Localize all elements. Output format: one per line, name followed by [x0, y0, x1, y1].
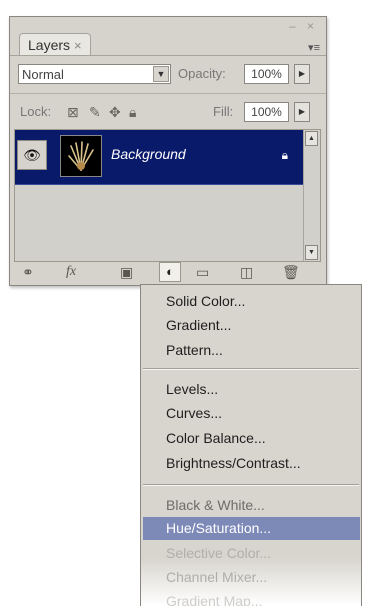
- lock-icon: 🔒︎: [281, 148, 288, 162]
- adjustment-icon[interactable]: ◐: [159, 262, 181, 282]
- opacity-slider-arrow-icon[interactable]: ▶: [294, 64, 310, 84]
- layer-row-background[interactable]: 👁︎ Background 🔒︎: [15, 130, 305, 185]
- close-icon[interactable]: ×: [74, 38, 82, 53]
- menu-item-gradient-map[interactable]: Gradient Map...: [166, 593, 263, 606]
- scroll-down-icon[interactable]: ▼: [305, 245, 318, 260]
- link-icon[interactable]: ⚭: [22, 264, 34, 281]
- lock-position-icon[interactable]: ✥: [109, 104, 121, 121]
- layers-scrollbar[interactable]: ▲ ▼: [303, 130, 320, 261]
- menu-separator: [143, 484, 359, 486]
- menu-item-color-balance[interactable]: Color Balance...: [166, 430, 266, 446]
- new-layer-icon[interactable]: ◫: [240, 264, 253, 281]
- menu-item-curves[interactable]: Curves...: [166, 405, 222, 421]
- fill-slider-arrow-icon[interactable]: ▶: [294, 102, 310, 122]
- panel-menu-icon[interactable]: ▾≡: [308, 41, 320, 54]
- menu-separator: [143, 368, 359, 370]
- layer-thumbnail: [60, 135, 102, 177]
- lock-all-icon[interactable]: 🔒︎: [129, 104, 136, 121]
- menu-item-channel-mixer[interactable]: Channel Mixer...: [166, 569, 267, 585]
- window-controls[interactable]: – ×: [289, 19, 318, 33]
- folder-icon[interactable]: ▭: [196, 264, 209, 281]
- trash-icon[interactable]: 🗑︎: [282, 264, 300, 281]
- layers-panel: – × Layers × ▾≡ Normal ▼ Opacity: 100% ▶ …: [9, 16, 327, 286]
- adjustment-menu: Solid Color... Gradient... Pattern... Le…: [140, 284, 362, 606]
- eye-icon[interactable]: 👁︎: [17, 140, 47, 170]
- menu-item-gradient[interactable]: Gradient...: [166, 317, 231, 333]
- mask-icon[interactable]: ▣: [120, 264, 133, 281]
- tab-label: Layers: [28, 37, 71, 53]
- tab-layers[interactable]: Layers ×: [19, 33, 91, 56]
- menu-item-hue-saturation[interactable]: Hue/Saturation...: [166, 520, 271, 536]
- blend-mode-value: Normal: [22, 67, 64, 82]
- menu-item-brightness-contrast[interactable]: Brightness/Contrast...: [166, 455, 301, 471]
- menu-item-selective-color[interactable]: Selective Color...: [166, 545, 271, 561]
- layers-list: 👁︎ Background 🔒︎ ▲ ▼: [14, 129, 321, 262]
- scroll-up-icon[interactable]: ▲: [305, 131, 318, 146]
- opacity-field[interactable]: 100%: [244, 64, 289, 84]
- fx-icon[interactable]: fx: [66, 264, 76, 280]
- lock-transparent-icon[interactable]: ⊠: [67, 104, 79, 121]
- fill-field[interactable]: 100%: [244, 102, 289, 122]
- blend-mode-select[interactable]: Normal ▼: [18, 64, 171, 84]
- fill-label: Fill:: [213, 104, 234, 119]
- lock-paint-icon[interactable]: ✎: [89, 104, 101, 121]
- chevron-down-icon[interactable]: ▼: [153, 66, 169, 82]
- divider: [10, 93, 326, 94]
- menu-item-pattern[interactable]: Pattern...: [166, 342, 223, 358]
- panel-footer: ⚭ fx ▣ ◐ ▭ ◫ 🗑︎: [20, 262, 320, 282]
- lock-label: Lock:: [20, 104, 52, 119]
- menu-item-black-white[interactable]: Black & White...: [166, 497, 265, 513]
- tab-divider: [10, 55, 326, 56]
- layer-name: Background: [111, 146, 186, 162]
- menu-item-levels[interactable]: Levels...: [166, 381, 218, 397]
- opacity-label: Opacity:: [178, 66, 226, 81]
- menu-item-solid-color[interactable]: Solid Color...: [166, 293, 245, 309]
